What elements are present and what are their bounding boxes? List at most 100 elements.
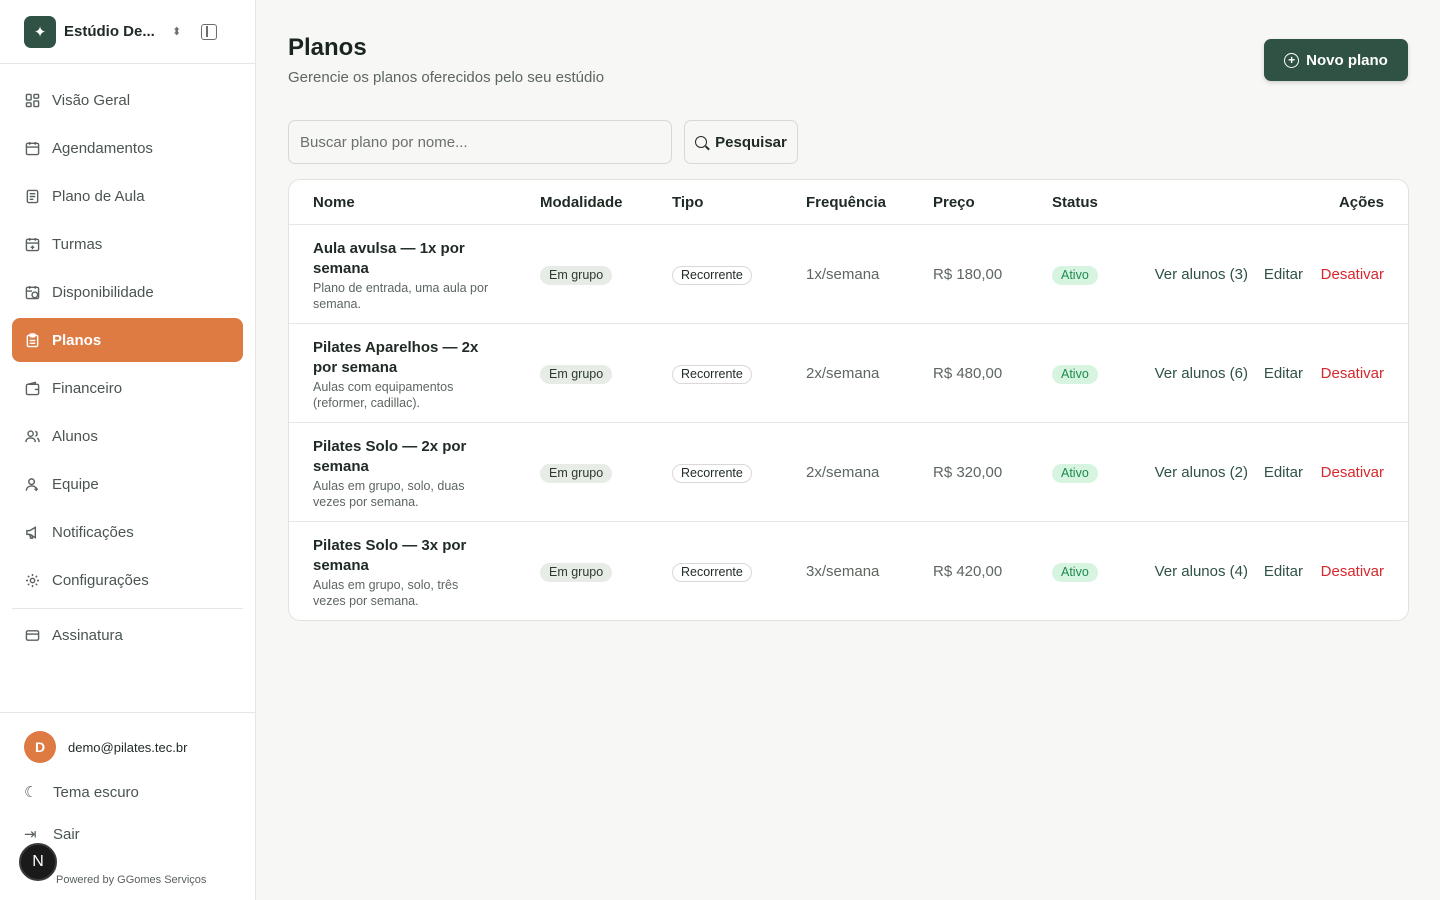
edit-button[interactable]: Editar	[1264, 563, 1303, 580]
sidebar-item-assinatura[interactable]: Assinatura	[12, 613, 243, 657]
edit-button[interactable]: Editar	[1264, 266, 1303, 283]
sidebar-item-visao-geral[interactable]: Visão Geral	[12, 78, 243, 122]
table-row: Pilates Solo — 3x por semana Aulas em gr…	[289, 522, 1408, 620]
view-students-button[interactable]: Ver alunos (2)	[1155, 464, 1248, 481]
sidebar-item-label: Equipe	[52, 475, 99, 493]
column-header-modalidade: Modalidade	[540, 194, 623, 211]
wallet-icon	[24, 380, 40, 396]
sidebar-item-notificacoes[interactable]: Notificações	[12, 510, 243, 554]
plan-name: Aula avulsa — 1x por semana	[313, 240, 465, 277]
credit-card-icon	[24, 627, 40, 643]
modality-badge: Em grupo	[540, 365, 613, 384]
modality-badge: Em grupo	[540, 266, 613, 285]
sidebar-nav: Visão Geral Agendamentos Plano de Aula T…	[0, 64, 255, 657]
plans-table: Nome Modalidade Tipo Frequência Preço St…	[288, 179, 1409, 621]
plan-price: R$ 320,00	[933, 464, 1003, 481]
sidebar-item-plano-de-aula[interactable]: Plano de Aula	[12, 174, 243, 218]
logout-icon: ⇥	[24, 826, 37, 843]
plan-frequency: 2x/semana	[806, 464, 880, 481]
sidebar-item-financeiro[interactable]: Financeiro	[12, 366, 243, 410]
sidebar-item-label: Visão Geral	[52, 91, 131, 109]
gear-icon	[24, 572, 40, 588]
plan-description: Aulas com equipamentos (reformer, cadill…	[313, 380, 454, 410]
deactivate-button[interactable]: Desativar	[1321, 464, 1384, 481]
plan-name: Pilates Solo — 2x por semana	[313, 438, 467, 475]
modality-badge: Em grupo	[540, 464, 613, 483]
type-badge: Recorrente	[672, 266, 752, 285]
column-header-tipo: Tipo	[672, 194, 704, 211]
plus-circle-icon: +	[1284, 52, 1300, 68]
plan-frequency: 3x/semana	[806, 563, 880, 580]
column-header-status: Status	[1052, 194, 1098, 211]
view-students-button[interactable]: Ver alunos (4)	[1155, 563, 1248, 580]
moon-icon: ☾	[24, 784, 38, 801]
page-subtitle: Gerencie os planos oferecidos pelo seu e…	[288, 69, 605, 86]
plan-description: Plano de entrada, uma aula por semana.	[313, 281, 489, 311]
sidebar-item-label: Turmas	[52, 235, 103, 253]
page-title: Planos	[288, 34, 367, 61]
deactivate-button[interactable]: Desativar	[1321, 563, 1384, 580]
new-plan-button[interactable]: + Novo plano	[1264, 39, 1408, 81]
user-icon	[24, 476, 40, 492]
plan-price: R$ 480,00	[933, 365, 1003, 382]
calendar-clock-icon	[24, 284, 40, 300]
table-row: Pilates Solo — 2x por semana Aulas em gr…	[289, 423, 1408, 522]
search-icon	[695, 136, 708, 148]
sidebar-item-disponibilidade[interactable]: Disponibilidade	[12, 270, 243, 314]
column-header-frequencia: Frequência	[806, 194, 887, 211]
sidebar-item-label: Financeiro	[52, 379, 123, 397]
sidebar-item-label: Assinatura	[52, 626, 123, 644]
edit-button[interactable]: Editar	[1264, 365, 1303, 382]
deactivate-button[interactable]: Desativar	[1321, 365, 1384, 382]
table-row: Pilates Aparelhos — 2x por semana Aulas …	[289, 324, 1408, 423]
sidebar-item-label: Planos	[52, 331, 102, 349]
dashboard-icon	[24, 92, 40, 108]
view-students-button[interactable]: Ver alunos (3)	[1155, 266, 1248, 283]
search-button-label: Pesquisar	[715, 133, 787, 151]
sidebar-item-equipe[interactable]: Equipe	[12, 462, 243, 506]
powered-by: Powered by GGomes Serviços	[56, 874, 207, 886]
status-badge: Ativo	[1052, 365, 1098, 384]
sidebar-item-agendamentos[interactable]: Agendamentos	[12, 126, 243, 170]
plan-frequency: 2x/semana	[806, 365, 880, 382]
deactivate-button[interactable]: Desativar	[1321, 266, 1384, 283]
sidebar-item-label: Alunos	[52, 427, 98, 445]
plan-description: Aulas em grupo, solo, duas vezes por sem…	[313, 479, 465, 509]
table-row: Aula avulsa — 1x por semana Plano de ent…	[289, 225, 1408, 324]
clipboard-icon	[24, 332, 40, 348]
sidebar-item-configuracoes[interactable]: Configurações	[12, 558, 243, 602]
dark-theme-toggle[interactable]: ☾ Tema escuro	[24, 783, 231, 802]
logout-label: Sair	[53, 825, 80, 843]
sidebar-item-planos[interactable]: Planos	[12, 318, 243, 362]
calendar-icon	[24, 140, 40, 156]
nav-divider	[12, 608, 243, 609]
search-input[interactable]	[288, 120, 672, 164]
users-icon	[24, 428, 40, 444]
megaphone-icon	[24, 524, 40, 540]
plan-name: Pilates Solo — 3x por semana	[313, 537, 467, 574]
plan-price: R$ 180,00	[933, 266, 1003, 283]
sparkles-icon: ✦	[24, 15, 56, 48]
sidebar-item-label: Agendamentos	[52, 139, 153, 157]
dark-theme-label: Tema escuro	[53, 783, 139, 801]
calendar-plus-icon	[24, 236, 40, 252]
column-header-nome: Nome	[313, 194, 355, 211]
user-profile[interactable]: D demo@pilates.tec.br	[24, 731, 231, 763]
status-badge: Ativo	[1052, 266, 1098, 285]
modality-badge: Em grupo	[540, 563, 613, 582]
studio-switcher[interactable]: ✦ Estúdio De... ⬍	[0, 0, 255, 64]
search-button[interactable]: Pesquisar	[684, 120, 798, 164]
type-badge: Recorrente	[672, 563, 752, 582]
sidebar-item-label: Notificações	[52, 523, 134, 541]
column-header-acoes: Ações	[1338, 194, 1384, 211]
plan-name: Pilates Aparelhos — 2x por semana	[313, 339, 479, 376]
dev-tools-badge[interactable]: N	[19, 843, 57, 881]
sidebar-item-turmas[interactable]: Turmas	[12, 222, 243, 266]
sidebar-item-alunos[interactable]: Alunos	[12, 414, 243, 458]
edit-button[interactable]: Editar	[1264, 464, 1303, 481]
sidebar: ✦ Estúdio De... ⬍ Visão Geral Agendament…	[0, 0, 256, 900]
view-students-button[interactable]: Ver alunos (6)	[1155, 365, 1248, 382]
sidebar-collapse-icon[interactable]	[201, 23, 218, 40]
chevrons-up-down-icon[interactable]: ⬍	[172, 25, 181, 38]
logout-button[interactable]: ⇥ Sair	[24, 825, 231, 844]
